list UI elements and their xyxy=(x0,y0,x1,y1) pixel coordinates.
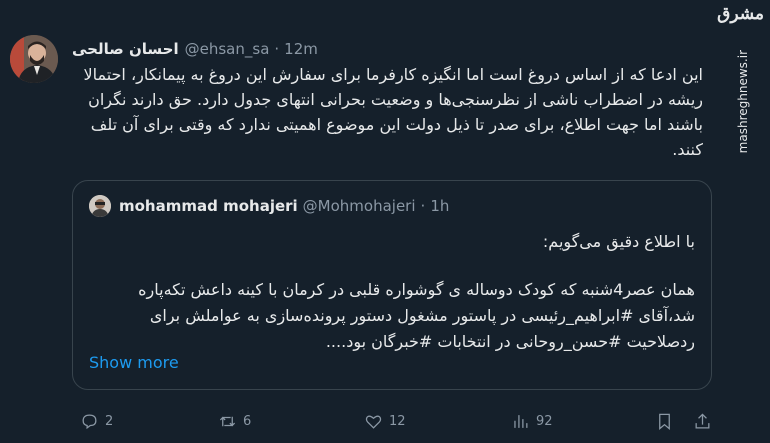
show-more-link[interactable]: Show more xyxy=(89,353,179,372)
views-icon xyxy=(514,414,528,428)
action-bar: 2 6 12 92 xyxy=(0,408,770,434)
views-count[interactable]: 92 xyxy=(536,414,553,429)
quoted-author-avatar[interactable] xyxy=(89,195,111,217)
reply-count: 2 xyxy=(105,413,114,429)
separator-dot: · xyxy=(274,40,280,58)
views-button[interactable]: 92 xyxy=(511,408,553,434)
quoted-author-name[interactable]: mohammad mohajeri xyxy=(119,197,298,215)
retweet-count[interactable]: 6 xyxy=(243,414,251,429)
avatar-image xyxy=(10,35,58,83)
bookmark-button[interactable] xyxy=(655,408,674,434)
watermark-site: mashreghnews.ir xyxy=(736,50,750,154)
retweet-button[interactable]: 6 xyxy=(218,408,251,434)
tweet-text: این ادعا که از اساس دروغ است اما انگیزه … xyxy=(83,65,703,159)
like-button[interactable]: 12 xyxy=(364,408,406,434)
reply-icon xyxy=(82,414,97,429)
author-name[interactable]: احسان صالحی xyxy=(72,40,179,58)
watermark-logo: مشرق xyxy=(717,4,764,24)
author-handle[interactable]: @ehsan_sa xyxy=(185,40,270,58)
quoted-text-line: با اطلاع دقیق می‌گویم: xyxy=(542,232,695,251)
quoted-tweet[interactable]: mohammad mohajeri @Mohmohajeri · 1h با ا… xyxy=(72,180,712,390)
watermark: مشرق mashreghnews.ir xyxy=(717,4,764,154)
reply-button[interactable]: 2 xyxy=(80,408,113,434)
quoted-header: mohammad mohajeri @Mohmohajeri · 1h xyxy=(119,196,449,216)
tweet-header: احسان صالحی @ehsan_sa · 12m xyxy=(72,38,318,60)
retweet-icon xyxy=(219,416,236,426)
quoted-text-body: همان عصر4شنبه که کودک دوساله ی گوشواره ق… xyxy=(138,280,695,351)
like-count[interactable]: 12 xyxy=(389,414,406,429)
quoted-avatar-image xyxy=(89,195,111,217)
share-button[interactable] xyxy=(693,408,712,434)
heart-icon xyxy=(365,415,382,429)
share-icon xyxy=(695,412,710,428)
quoted-author-handle[interactable]: @Mohmohajeri xyxy=(303,197,416,215)
quoted-text: با اطلاع دقیق می‌گویم: همان عصر4شنبه که … xyxy=(95,229,695,355)
separator-dot: · xyxy=(420,197,426,215)
author-avatar[interactable] xyxy=(10,35,58,83)
bookmark-icon xyxy=(659,413,670,430)
tweet-time[interactable]: 12m xyxy=(284,40,318,58)
quoted-time[interactable]: 1h xyxy=(430,197,449,215)
